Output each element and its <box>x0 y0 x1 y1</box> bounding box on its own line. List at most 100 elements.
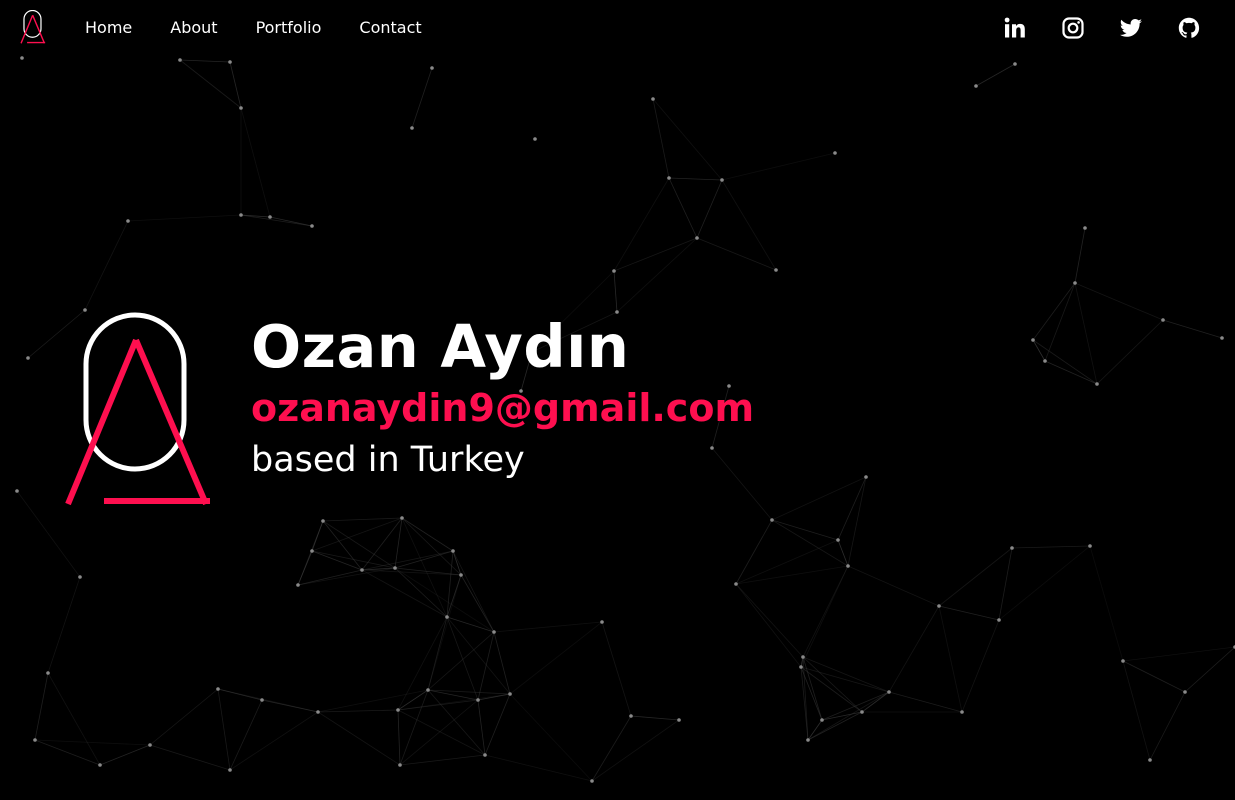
network-node <box>695 236 699 240</box>
network-node <box>1043 359 1047 363</box>
social-links <box>969 16 1201 40</box>
network-node <box>445 615 449 619</box>
network-node <box>396 708 400 712</box>
network-link <box>47 672 101 766</box>
linkedin-icon <box>1004 17 1025 38</box>
network-node <box>451 549 455 553</box>
ozan-aydin-logo-icon <box>65 312 210 506</box>
network-link <box>99 744 151 766</box>
github-link[interactable] <box>1177 16 1201 40</box>
network-node <box>260 698 264 702</box>
network-link <box>888 691 963 713</box>
network-node <box>476 698 480 702</box>
network-node <box>600 620 604 624</box>
network-link <box>591 719 680 782</box>
hero-name: Ozan Aydın <box>251 312 630 381</box>
network-link <box>477 631 495 701</box>
network-node <box>398 763 402 767</box>
nav-links: Home About Portfolio Contact <box>85 18 422 38</box>
network-node <box>1013 62 1017 66</box>
network-link <box>446 616 479 701</box>
network-link <box>149 744 231 771</box>
network-link <box>735 519 773 585</box>
network-link <box>1122 660 1151 761</box>
network-link <box>1044 282 1076 362</box>
network-node <box>887 690 891 694</box>
network-link <box>1011 545 1091 549</box>
network-link <box>630 715 680 721</box>
network-node <box>1031 338 1035 342</box>
linkedin-link[interactable] <box>1003 16 1027 40</box>
network-link <box>1122 646 1235 662</box>
nav-link-contact[interactable]: Contact <box>359 18 421 38</box>
network-node <box>33 738 37 742</box>
network-link <box>34 672 49 741</box>
instagram-link[interactable] <box>1061 16 1085 40</box>
network-node <box>26 356 30 360</box>
network-node <box>860 710 864 714</box>
nav-link-portfolio[interactable]: Portfolio <box>256 18 322 38</box>
network-link <box>652 98 670 179</box>
network-link <box>127 214 242 222</box>
network-link <box>652 98 723 181</box>
network-node <box>997 618 1001 622</box>
network-link <box>240 107 271 218</box>
network-node <box>846 564 850 568</box>
network-node <box>833 151 837 155</box>
network-node <box>393 566 397 570</box>
network-node <box>1121 659 1125 663</box>
network-link <box>399 699 479 766</box>
network-link <box>1122 660 1186 693</box>
network-link <box>411 67 433 129</box>
network-link <box>1032 339 1098 385</box>
network-link <box>397 616 448 711</box>
network-node <box>667 176 671 180</box>
network-node <box>492 630 496 634</box>
network-link <box>427 616 448 691</box>
nav-link-about[interactable]: About <box>170 18 217 38</box>
network-node <box>651 97 655 101</box>
network-link <box>484 754 593 782</box>
network-link <box>399 754 486 766</box>
twitter-link[interactable] <box>1119 16 1143 40</box>
network-node <box>316 710 320 714</box>
network-node <box>228 60 232 64</box>
nav-link-home[interactable]: Home <box>85 18 132 38</box>
network-link <box>771 519 849 567</box>
network-link <box>800 666 890 693</box>
hero-intro: Ozan Aydın ozanaydin9@gmail.com based in… <box>251 312 754 482</box>
network-link <box>149 688 219 746</box>
hero-email-link[interactable]: ozanaydin9@gmail.com <box>251 386 754 430</box>
network-node <box>15 489 19 493</box>
network-node <box>799 665 803 669</box>
network-link <box>297 569 363 586</box>
network-link <box>509 621 603 695</box>
network-node <box>1220 336 1224 340</box>
network-link <box>888 605 940 693</box>
network-node <box>268 215 272 219</box>
network-link <box>807 711 863 741</box>
network-node <box>410 126 414 130</box>
network-link <box>735 565 849 585</box>
network-link <box>998 547 1013 621</box>
network-link <box>800 565 849 668</box>
network-node <box>806 738 810 742</box>
network-link <box>452 550 495 633</box>
network-node <box>629 714 633 718</box>
ozan-aydin-logo-icon[interactable] <box>20 10 46 44</box>
network-link <box>938 605 963 713</box>
network-link <box>317 711 401 766</box>
network-link <box>427 689 511 695</box>
network-node <box>98 763 102 767</box>
network-link <box>1044 360 1098 385</box>
network-link <box>771 476 867 521</box>
network-link <box>509 693 593 782</box>
network-node <box>46 671 50 675</box>
network-link <box>493 621 603 633</box>
network-node <box>459 573 463 577</box>
network-link <box>322 517 403 522</box>
network-link <box>397 709 401 766</box>
network-node <box>430 66 434 70</box>
network-link <box>401 517 462 576</box>
network-node <box>1073 281 1077 285</box>
